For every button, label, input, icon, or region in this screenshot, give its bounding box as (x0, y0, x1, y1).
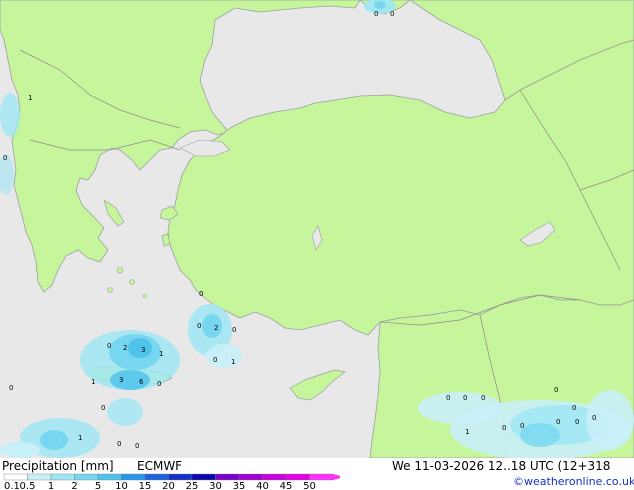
precip-label: 0 (157, 380, 161, 388)
precipitation-map: 0 0 1 0 0 0 2 0 0 1 0 2 3 1 1 3 6 0 0 0 … (0, 0, 634, 458)
precip-label: 1 (159, 350, 163, 358)
precip-label: 0 (199, 290, 203, 298)
precip-label: 0 (197, 322, 201, 330)
colorbar-tick-label: 2 (71, 481, 77, 490)
precip-label: 1 (465, 428, 469, 436)
precip-label: 1 (28, 94, 32, 102)
precip-label: 0 (135, 442, 139, 450)
precip-label: 2 (214, 324, 218, 332)
precip-label: 0 (232, 326, 236, 334)
island-cyclades-d (142, 293, 148, 299)
precip-label: 0 (463, 394, 467, 402)
island-cyclades-b (129, 279, 135, 285)
precip-label: 3 (119, 376, 123, 384)
colorbar-tick-label: 30 (209, 481, 222, 490)
precip-label: 0 (446, 394, 450, 402)
precip-label: 0 (107, 342, 111, 350)
valid-time: We 11-03-2026 12..18 UTC (12+318 (392, 459, 611, 473)
colorbar-tick-label: 50 (303, 481, 316, 490)
colorbar-swatch (3, 473, 28, 481)
colorbar-swatch (262, 473, 287, 481)
precip-label: 0 (3, 154, 7, 162)
colorbar-swatch (144, 473, 169, 481)
colorbar-tick-label: 35 (233, 481, 246, 490)
precip-label: 0 (213, 356, 217, 364)
colorbar-tick-label: 0.1 (4, 481, 20, 490)
precip-label: 1 (231, 358, 235, 366)
colorbar-tick-label: 20 (162, 481, 175, 490)
precip-label: 0 (117, 440, 121, 448)
island-cyclades-c (107, 287, 113, 293)
precip-label: 0 (502, 424, 506, 432)
island-cyclades-a (116, 266, 124, 274)
colorbar-swatch (285, 473, 310, 481)
colorbar-swatch (121, 473, 146, 481)
colorbar-swatch (238, 473, 263, 481)
colorbar-swatch (309, 473, 334, 481)
colorbar-tick-label: 40 (256, 481, 269, 490)
colorbar-swatch (215, 473, 240, 481)
colorbar-tick-label: 10 (115, 481, 128, 490)
colorbar-tick-label: 0.5 (20, 481, 36, 490)
precip-label: 0 (101, 404, 105, 412)
precip-label: 0 (520, 422, 524, 430)
colorbar-arrow (333, 474, 340, 480)
credit-link[interactable]: ©weatheronline.co.uk (513, 475, 634, 489)
colorbar-swatch (74, 473, 99, 481)
colorbar-tick-label: 5 (95, 481, 101, 490)
precip-label: 1 (91, 378, 95, 386)
colorbar-tick-label: 15 (139, 481, 152, 490)
precip-label: 0 (390, 10, 394, 18)
precip-label: 1 (78, 434, 82, 442)
legend-title: Precipitation [mm] (2, 459, 114, 473)
model-name: ECMWF (137, 459, 183, 473)
precip-label: 0 (592, 414, 596, 422)
colorbar-swatch (191, 473, 216, 481)
colorbar-swatch (168, 473, 193, 481)
colorbar-swatch (97, 473, 122, 481)
legend-bar: Precipitation [mm] ECMWF We 11-03-2026 1… (0, 458, 634, 490)
precip-label: 2 (123, 344, 127, 352)
precip-label: 0 (572, 404, 576, 412)
precip-label: 0 (575, 418, 579, 426)
precip-label: 0 (374, 10, 378, 18)
colorbar-tick-label: 25 (186, 481, 199, 490)
colorbar-swatch (27, 473, 52, 481)
colorbar-tick-label: 1 (48, 481, 54, 490)
precip-label: 0 (9, 384, 13, 392)
colorbar-swatch (50, 473, 75, 481)
colorbar-tick-label: 45 (280, 481, 293, 490)
precip-label: 0 (556, 418, 560, 426)
colorbar: 0.1 0.5 1 2 5 10 15 20 25 30 35 40 45 50 (3, 473, 340, 490)
precip-label: 6 (139, 378, 144, 386)
precip-label: 0 (481, 394, 485, 402)
precip-label: 0 (554, 386, 558, 394)
precip-label: 3 (141, 346, 145, 354)
